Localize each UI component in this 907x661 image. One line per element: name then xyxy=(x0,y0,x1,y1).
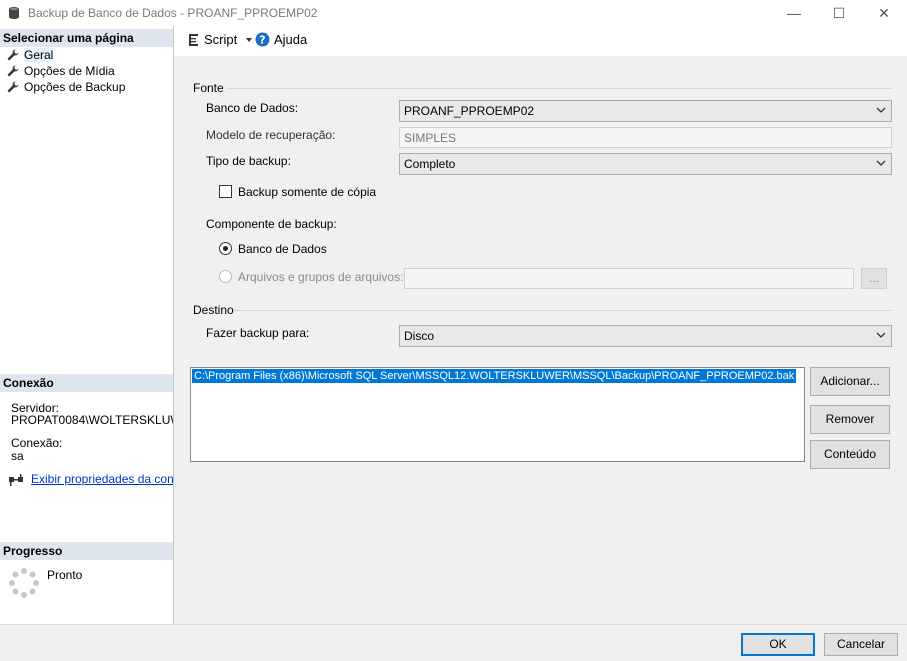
copy-only-label: Backup somente de cópia xyxy=(238,185,377,199)
left-pane: Selecionar uma página Geral Opções de Mí… xyxy=(0,26,174,624)
browse-files-button[interactable]: ... xyxy=(861,268,887,289)
help-button[interactable]: ? Ajuda xyxy=(255,32,307,47)
database-combo[interactable]: PROANF_PPROEMP02 xyxy=(399,100,892,122)
page-item-general[interactable]: Geral xyxy=(6,47,54,63)
backup-to-combo[interactable]: Disco xyxy=(399,325,892,347)
help-icon: ? xyxy=(255,32,270,47)
component-files-radio[interactable] xyxy=(219,270,232,283)
wrench-icon xyxy=(7,65,19,77)
backup-component-label: Componente de backup: xyxy=(206,217,337,231)
progress-spinner-icon xyxy=(9,568,39,598)
destination-divider xyxy=(234,310,892,311)
svg-text:?: ? xyxy=(259,34,265,47)
page-item-label: Opções de Backup xyxy=(24,80,126,94)
maximize-button[interactable]: ☐ xyxy=(816,0,862,26)
page-item-label: Opções de Mídia xyxy=(24,64,115,78)
destination-group-label: Destino xyxy=(193,303,234,317)
select-page-header: Selecionar uma página xyxy=(0,29,173,47)
source-group-label: Fonte xyxy=(193,81,224,95)
chevron-down-icon xyxy=(876,107,886,113)
wrench-icon xyxy=(7,81,19,93)
database-icon xyxy=(9,7,19,19)
cancel-button[interactable]: Cancelar xyxy=(824,633,898,656)
server-value: PROPAT0084\WOLTERSKLUWE xyxy=(11,413,173,427)
dropdown-arrow-icon[interactable] xyxy=(245,37,253,43)
contents-button[interactable]: Conteúdo xyxy=(810,440,890,469)
database-label: Banco de Dados: xyxy=(206,101,299,115)
help-label: Ajuda xyxy=(274,32,308,47)
copy-only-checkbox[interactable] xyxy=(219,185,232,198)
source-divider xyxy=(227,88,892,89)
page-item-label: Geral xyxy=(24,48,54,62)
recovery-model-field: SIMPLES xyxy=(399,127,892,148)
script-label: Script xyxy=(204,32,238,47)
connection-value: sa xyxy=(11,449,24,463)
connection-plug-icon xyxy=(9,474,23,486)
add-destination-button[interactable]: Adicionar... xyxy=(810,367,890,396)
chevron-down-icon xyxy=(876,160,886,166)
component-database-radio[interactable] xyxy=(219,242,232,255)
chevron-down-icon xyxy=(876,332,886,338)
title-bar: Backup de Banco de Dados - PROANF_PPROEM… xyxy=(0,0,907,26)
connection-header: Conexão xyxy=(0,374,173,392)
close-button[interactable]: ✕ xyxy=(861,0,907,26)
component-files-label: Arquivos e grupos de arquivos: xyxy=(238,270,404,284)
progress-status: Pronto xyxy=(47,568,83,582)
file-groups-field[interactable] xyxy=(404,268,854,289)
backup-to-label: Fazer backup para: xyxy=(206,326,310,340)
recovery-model-label: Modelo de recuperação: xyxy=(206,128,336,142)
page-item-media-options[interactable]: Opções de Mídia xyxy=(6,63,115,79)
backup-type-value: Completo xyxy=(404,157,456,171)
database-value: PROANF_PPROEMP02 xyxy=(404,104,535,118)
connection-label: Conexão: xyxy=(11,436,63,450)
minimize-button[interactable]: — xyxy=(771,0,817,26)
main-panel: Fonte Banco de Dados: PROANF_PPROEMP02 M… xyxy=(174,56,907,624)
dialog-footer: OK Cancelar xyxy=(0,624,907,661)
ok-button[interactable]: OK xyxy=(741,633,815,656)
backup-type-label: Tipo de backup: xyxy=(206,154,291,168)
script-button[interactable]: Script xyxy=(186,32,253,47)
view-connection-properties-link[interactable]: Exibir propriedades da conexã xyxy=(31,472,173,486)
wrench-icon xyxy=(7,49,19,61)
toolbar: Script ? Ajuda xyxy=(174,26,907,56)
remove-destination-button[interactable]: Remover xyxy=(810,405,890,434)
script-icon xyxy=(189,33,198,46)
page-item-backup-options[interactable]: Opções de Backup xyxy=(6,79,125,95)
backup-to-value: Disco xyxy=(404,329,435,343)
component-database-label: Banco de Dados xyxy=(238,242,327,256)
progress-header: Progresso xyxy=(0,542,173,560)
window-title: Backup de Banco de Dados - PROANF_PPROEM… xyxy=(28,6,318,20)
backup-type-combo[interactable]: Completo xyxy=(399,153,892,175)
destination-list[interactable]: C:\Program Files (x86)\Microsoft SQL Ser… xyxy=(190,367,805,462)
destination-path-item[interactable]: C:\Program Files (x86)\Microsoft SQL Ser… xyxy=(192,369,797,383)
